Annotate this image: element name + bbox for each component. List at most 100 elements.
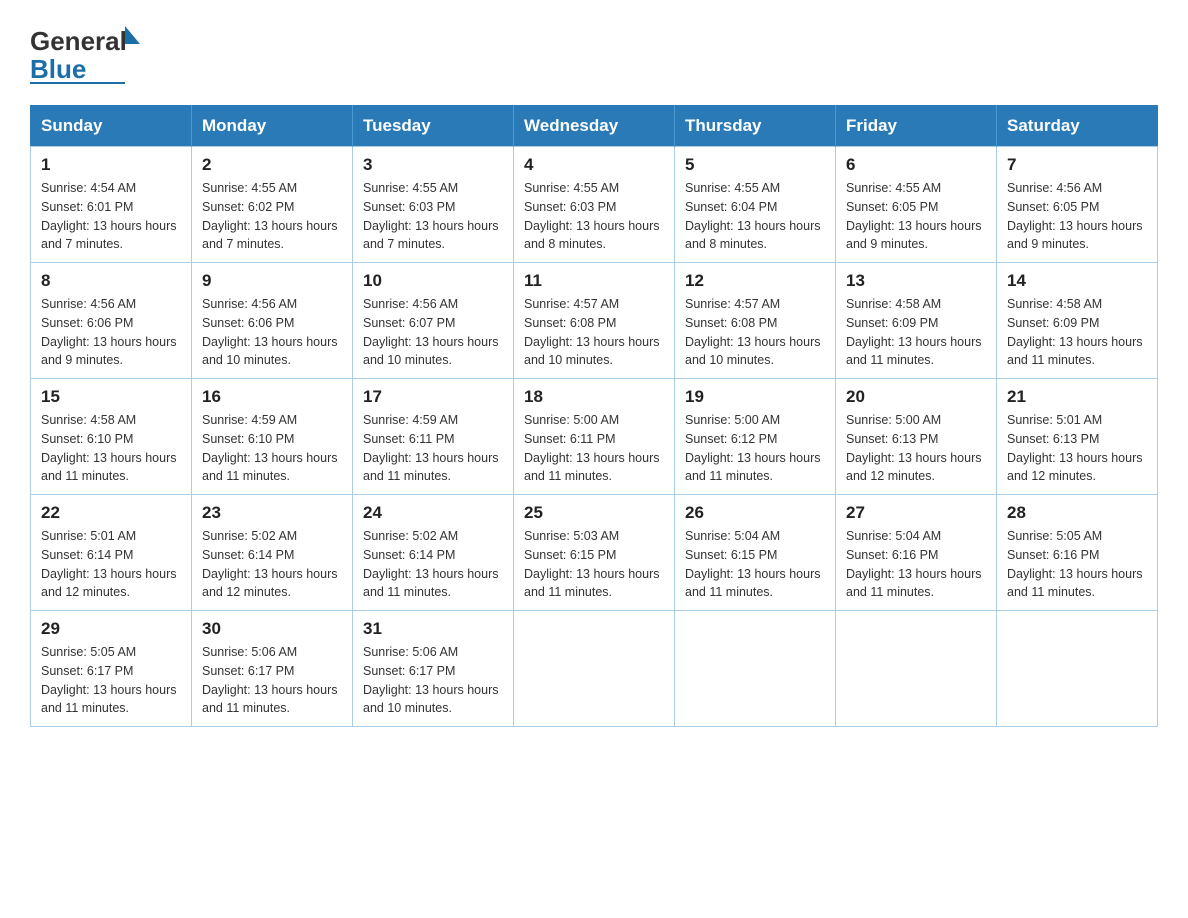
calendar-cell: 2Sunrise: 4:55 AMSunset: 6:02 PMDaylight… (192, 147, 353, 263)
day-number: 8 (41, 271, 181, 291)
day-number: 2 (202, 155, 342, 175)
calendar-cell (997, 611, 1158, 727)
calendar-cell (836, 611, 997, 727)
day-info: Sunrise: 5:00 AMSunset: 6:13 PMDaylight:… (846, 411, 986, 486)
calendar-cell: 7 Sunrise: 4:56 AMSunset: 6:05 PMDaylight… (997, 147, 1158, 263)
day-info: Sunrise: 4:58 AMSunset: 6:09 PMDaylight:… (846, 295, 986, 370)
day-number: 19 (685, 387, 825, 407)
calendar-week-row: 1Sunrise: 4:54 AMSunset: 6:01 PMDaylight… (31, 147, 1158, 263)
day-number: 9 (202, 271, 342, 291)
col-header-saturday: Saturday (997, 106, 1158, 147)
calendar-week-row: 8 Sunrise: 4:56 AMSunset: 6:06 PMDaylight… (31, 263, 1158, 379)
day-info: Sunrise: 5:06 AMSunset: 6:17 PMDaylight:… (363, 643, 503, 718)
calendar-cell: 17 Sunrise: 4:59 AMSunset: 6:11 PMDayligh… (353, 379, 514, 495)
day-number: 31 (363, 619, 503, 639)
day-info: Sunrise: 4:59 AMSunset: 6:11 PMDaylight:… (363, 411, 503, 486)
day-number: 21 (1007, 387, 1147, 407)
calendar-week-row: 15 Sunrise: 4:58 AMSunset: 6:10 PMDayligh… (31, 379, 1158, 495)
day-info: Sunrise: 4:55 AMSunset: 6:03 PMDaylight:… (363, 179, 503, 254)
calendar-cell: 13 Sunrise: 4:58 AMSunset: 6:09 PMDayligh… (836, 263, 997, 379)
day-info: Sunrise: 5:02 AMSunset: 6:14 PMDaylight:… (363, 527, 503, 602)
day-number: 1 (41, 155, 181, 175)
day-number: 6 (846, 155, 986, 175)
col-header-monday: Monday (192, 106, 353, 147)
day-info: Sunrise: 5:03 AMSunset: 6:15 PMDaylight:… (524, 527, 664, 602)
svg-text:General: General (30, 26, 127, 56)
calendar-cell: 12 Sunrise: 4:57 AMSunset: 6:08 PMDayligh… (675, 263, 836, 379)
calendar-header-row: SundayMondayTuesdayWednesdayThursdayFrid… (31, 106, 1158, 147)
calendar-cell: 6 Sunrise: 4:55 AMSunset: 6:05 PMDaylight… (836, 147, 997, 263)
calendar-cell: 27Sunrise: 5:04 AMSunset: 6:16 PMDayligh… (836, 495, 997, 611)
day-info: Sunrise: 4:55 AMSunset: 6:05 PMDaylight:… (846, 179, 986, 254)
calendar-cell: 19Sunrise: 5:00 AMSunset: 6:12 PMDayligh… (675, 379, 836, 495)
day-number: 11 (524, 271, 664, 291)
calendar-cell: 28 Sunrise: 5:05 AMSunset: 6:16 PMDayligh… (997, 495, 1158, 611)
calendar-cell (675, 611, 836, 727)
calendar-cell: 10Sunrise: 4:56 AMSunset: 6:07 PMDayligh… (353, 263, 514, 379)
day-info: Sunrise: 5:01 AMSunset: 6:14 PMDaylight:… (41, 527, 181, 602)
day-info: Sunrise: 4:56 AMSunset: 6:05 PMDaylight:… (1007, 179, 1147, 254)
day-number: 30 (202, 619, 342, 639)
day-number: 25 (524, 503, 664, 523)
calendar-cell: 1Sunrise: 4:54 AMSunset: 6:01 PMDaylight… (31, 147, 192, 263)
col-header-friday: Friday (836, 106, 997, 147)
day-info: Sunrise: 5:00 AMSunset: 6:11 PMDaylight:… (524, 411, 664, 486)
day-info: Sunrise: 5:05 AMSunset: 6:16 PMDaylight:… (1007, 527, 1147, 602)
logo: General Blue (30, 20, 140, 85)
day-number: 16 (202, 387, 342, 407)
calendar-cell: 22 Sunrise: 5:01 AMSunset: 6:14 PMDayligh… (31, 495, 192, 611)
day-info: Sunrise: 4:56 AMSunset: 6:06 PMDaylight:… (41, 295, 181, 370)
day-info: Sunrise: 5:04 AMSunset: 6:15 PMDaylight:… (685, 527, 825, 602)
calendar-cell: 21 Sunrise: 5:01 AMSunset: 6:13 PMDayligh… (997, 379, 1158, 495)
calendar-cell: 5Sunrise: 4:55 AMSunset: 6:04 PMDaylight… (675, 147, 836, 263)
day-number: 4 (524, 155, 664, 175)
col-header-sunday: Sunday (31, 106, 192, 147)
day-number: 10 (363, 271, 503, 291)
day-info: Sunrise: 4:57 AMSunset: 6:08 PMDaylight:… (685, 295, 825, 370)
day-info: Sunrise: 4:56 AMSunset: 6:06 PMDaylight:… (202, 295, 342, 370)
calendar-cell (514, 611, 675, 727)
day-number: 23 (202, 503, 342, 523)
calendar-cell: 11 Sunrise: 4:57 AMSunset: 6:08 PMDayligh… (514, 263, 675, 379)
day-number: 24 (363, 503, 503, 523)
calendar-cell: 14Sunrise: 4:58 AMSunset: 6:09 PMDayligh… (997, 263, 1158, 379)
calendar-cell: 26 Sunrise: 5:04 AMSunset: 6:15 PMDayligh… (675, 495, 836, 611)
day-number: 7 (1007, 155, 1147, 175)
day-info: Sunrise: 5:02 AMSunset: 6:14 PMDaylight:… (202, 527, 342, 602)
day-number: 3 (363, 155, 503, 175)
calendar-cell: 24 Sunrise: 5:02 AMSunset: 6:14 PMDayligh… (353, 495, 514, 611)
day-number: 20 (846, 387, 986, 407)
day-info: Sunrise: 5:01 AMSunset: 6:13 PMDaylight:… (1007, 411, 1147, 486)
calendar-cell: 18 Sunrise: 5:00 AMSunset: 6:11 PMDayligh… (514, 379, 675, 495)
day-number: 15 (41, 387, 181, 407)
calendar-cell: 3 Sunrise: 4:55 AMSunset: 6:03 PMDaylight… (353, 147, 514, 263)
day-info: Sunrise: 4:58 AMSunset: 6:10 PMDaylight:… (41, 411, 181, 486)
day-info: Sunrise: 4:58 AMSunset: 6:09 PMDaylight:… (1007, 295, 1147, 370)
day-number: 22 (41, 503, 181, 523)
col-header-wednesday: Wednesday (514, 106, 675, 147)
day-number: 26 (685, 503, 825, 523)
day-info: Sunrise: 5:04 AMSunset: 6:16 PMDaylight:… (846, 527, 986, 602)
day-number: 12 (685, 271, 825, 291)
day-number: 18 (524, 387, 664, 407)
day-info: Sunrise: 5:05 AMSunset: 6:17 PMDaylight:… (41, 643, 181, 718)
day-info: Sunrise: 4:55 AMSunset: 6:04 PMDaylight:… (685, 179, 825, 254)
day-number: 29 (41, 619, 181, 639)
calendar-table: SundayMondayTuesdayWednesdayThursdayFrid… (30, 105, 1158, 727)
calendar-cell: 23 Sunrise: 5:02 AMSunset: 6:14 PMDayligh… (192, 495, 353, 611)
calendar-cell: 9 Sunrise: 4:56 AMSunset: 6:06 PMDaylight… (192, 263, 353, 379)
col-header-tuesday: Tuesday (353, 106, 514, 147)
day-info: Sunrise: 4:57 AMSunset: 6:08 PMDaylight:… (524, 295, 664, 370)
day-number: 17 (363, 387, 503, 407)
day-info: Sunrise: 4:55 AMSunset: 6:03 PMDaylight:… (524, 179, 664, 254)
day-number: 28 (1007, 503, 1147, 523)
calendar-cell: 30Sunrise: 5:06 AMSunset: 6:17 PMDayligh… (192, 611, 353, 727)
calendar-cell: 20 Sunrise: 5:00 AMSunset: 6:13 PMDayligh… (836, 379, 997, 495)
calendar-cell: 16Sunrise: 4:59 AMSunset: 6:10 PMDayligh… (192, 379, 353, 495)
calendar-week-row: 22 Sunrise: 5:01 AMSunset: 6:14 PMDayligh… (31, 495, 1158, 611)
svg-text:Blue: Blue (30, 54, 86, 84)
page-header: General Blue (30, 20, 1158, 85)
calendar-cell: 15 Sunrise: 4:58 AMSunset: 6:10 PMDayligh… (31, 379, 192, 495)
day-number: 13 (846, 271, 986, 291)
calendar-cell: 25 Sunrise: 5:03 AMSunset: 6:15 PMDayligh… (514, 495, 675, 611)
